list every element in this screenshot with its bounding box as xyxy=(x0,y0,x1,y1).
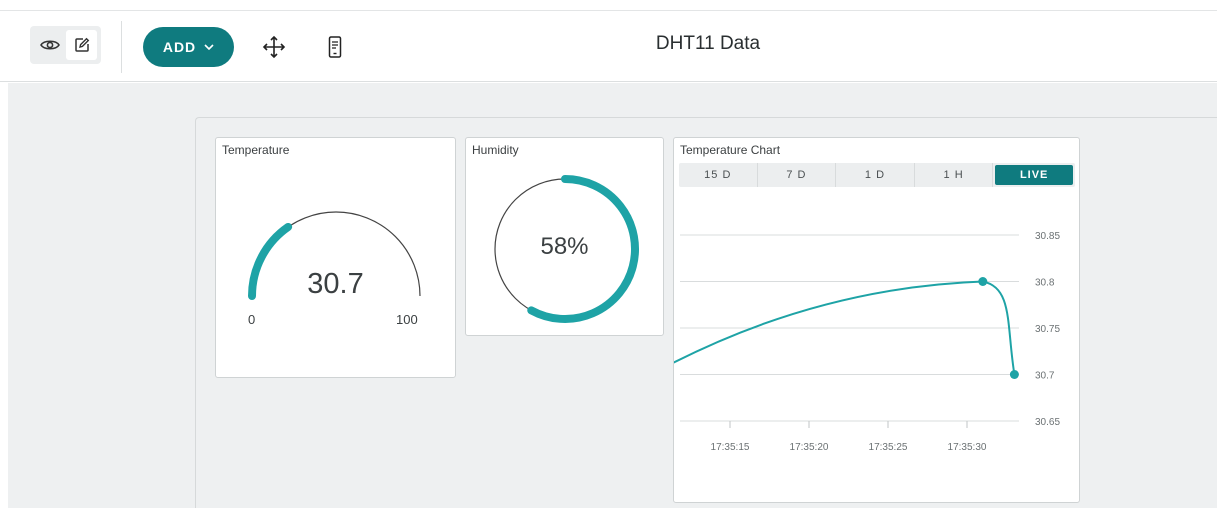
data-point xyxy=(978,277,988,286)
add-button[interactable]: ADD xyxy=(143,27,234,67)
temperature-chart-widget[interactable]: Temperature Chart 15 D 7 D 1 D 1 H LIVE … xyxy=(673,137,1080,503)
chevron-down-icon xyxy=(204,44,214,50)
y-tick-label: 30.85 xyxy=(1035,231,1060,242)
edit-mode-button[interactable] xyxy=(66,30,97,60)
move-icon xyxy=(262,35,286,59)
eye-icon xyxy=(39,40,60,50)
x-tick-label: 17:35:15 xyxy=(711,442,750,453)
top-toolbar: ADD DHT11 Data xyxy=(0,10,1217,82)
mobile-icon xyxy=(328,36,342,58)
humidity-value: 58% xyxy=(540,233,589,260)
data-point xyxy=(1009,370,1019,379)
mode-toggle-group xyxy=(30,26,101,64)
arrange-button[interactable] xyxy=(261,34,287,60)
x-tick-label: 17:35:20 xyxy=(790,442,829,453)
y-tick-label: 30.75 xyxy=(1035,324,1060,335)
mobile-view-button[interactable] xyxy=(322,34,348,60)
temperature-gauge xyxy=(248,211,421,300)
gauge-min-label: 0 xyxy=(248,312,256,327)
gauge-value: 30.7 xyxy=(307,268,364,300)
gauge-max-label: 100 xyxy=(396,312,418,327)
add-button-label: ADD xyxy=(162,39,197,55)
dashboard-title: DHT11 Data xyxy=(655,33,761,54)
view-mode-button[interactable] xyxy=(34,30,65,60)
edit-icon xyxy=(74,37,89,52)
y-tick-label: 30.8 xyxy=(1035,278,1055,289)
x-tick-label: 17:35:30 xyxy=(948,442,987,453)
y-tick-label: 30.7 xyxy=(1035,371,1055,382)
toolbar-divider xyxy=(121,21,122,73)
humidity-widget[interactable]: Humidity 58% xyxy=(465,137,664,336)
temperature-widget[interactable]: Temperature 30.7 0 100 xyxy=(215,137,456,378)
x-tick-label: 17:35:25 xyxy=(869,442,908,453)
line-chart: 30.85 30.8 30.75 30.7 30.65 17:35:15 17:35:20 1… xyxy=(674,231,1060,453)
y-tick-label: 30.65 xyxy=(1035,417,1060,428)
app-window: ADD DHT11 Data Temperature 30.7 0 100 Hu… xyxy=(0,0,1217,508)
